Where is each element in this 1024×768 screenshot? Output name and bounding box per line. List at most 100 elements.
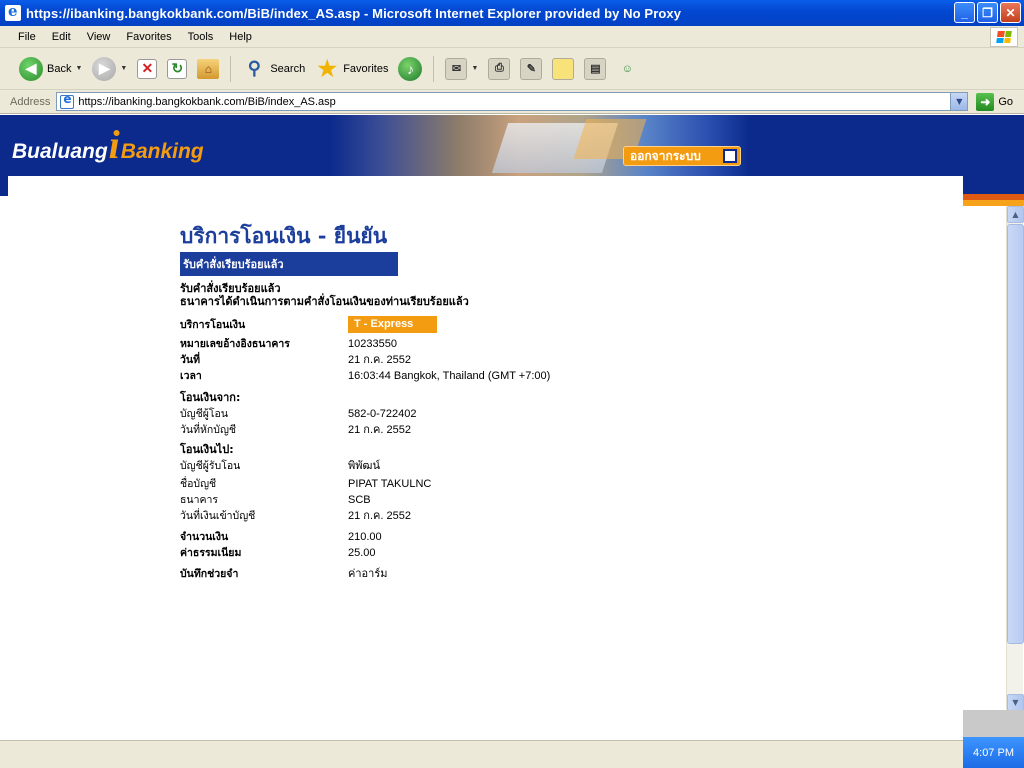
maximize-button[interactable]: ❐ — [977, 2, 998, 23]
menu-favorites[interactable]: Favorites — [118, 29, 179, 45]
banner-stripe — [963, 176, 1024, 206]
time-label: เวลา — [180, 370, 202, 382]
account-name-row: ชื่อบัญชี PIPAT TAKULNC — [180, 476, 570, 492]
confirm-line-1: รับคำสั่งเรียบร้อยแล้ว — [180, 282, 281, 295]
favorites-label: Favorites — [343, 62, 389, 75]
account-name-label: ชื่อบัญชี — [180, 478, 217, 490]
system-tray: 4:07 PM — [963, 737, 1024, 768]
window-title: https://ibanking.bangkokbank.com/BiB/ind… — [26, 5, 682, 21]
go-arrow-icon: ➜ — [976, 92, 995, 111]
menu-edit[interactable]: Edit — [44, 29, 79, 45]
address-label: Address — [10, 95, 51, 108]
bank-banner: Bualuang i Banking ออกจากระบบ — [0, 115, 1024, 176]
mail-button[interactable]: ✉ ▼ — [442, 56, 481, 82]
menu-view[interactable]: View — [79, 29, 119, 45]
debit-date-value: 21 ก.ค. 2552 — [348, 424, 411, 436]
minimize-button[interactable]: _ — [954, 2, 975, 23]
bank-label: ธนาคาร — [180, 494, 219, 506]
edit-icon: ✎ — [520, 57, 543, 80]
amount-label: จำนวนเงิน — [180, 531, 229, 543]
forward-dropdown-icon[interactable]: ▼ — [120, 65, 127, 72]
scroll-up-button[interactable]: ▲ — [1007, 206, 1024, 223]
menu-help[interactable]: Help — [221, 29, 260, 45]
right-margin — [963, 206, 1006, 711]
search-button[interactable]: ⚲ Search — [239, 55, 308, 83]
research-button[interactable]: ▤ — [581, 56, 609, 82]
memo-label: บันทึกช่วยจำ — [180, 568, 239, 580]
address-url[interactable]: https://ibanking.bangkokbank.com/BiB/ind… — [78, 96, 335, 108]
star-icon: ★ — [317, 55, 338, 81]
ref-label: หมายเลขอ้างอิงธนาคาร — [180, 338, 290, 350]
edit-button[interactable]: ✎ — [517, 56, 545, 82]
credit-date-value: 21 ก.ค. 2552 — [348, 510, 411, 522]
date-label: วันที่ — [180, 354, 200, 366]
forward-button[interactable]: ▶ ▼ — [89, 55, 130, 83]
ie-icon — [5, 2, 21, 21]
refresh-button[interactable]: ↻ — [164, 57, 190, 81]
browser-content: Bualuang i Banking ออกจากระบบ บริการโอนเ… — [0, 115, 1024, 740]
toolbar-separator — [230, 55, 232, 82]
address-dropdown-icon[interactable]: ▼ — [950, 93, 968, 110]
ref-row: หมายเลขอ้างอิงธนาคาร 10233550 — [180, 336, 570, 352]
refresh-icon: ↻ — [167, 58, 188, 79]
messenger-icon: ☺ — [621, 62, 633, 75]
logout-button[interactable]: ออกจากระบบ — [623, 146, 741, 166]
logout-label: ออกจากระบบ — [630, 148, 701, 163]
books-icon: ▤ — [584, 57, 607, 80]
fee-label: ค่าธรรมเนียม — [180, 547, 242, 559]
to-account-row: บัญชีผู้รับโอน พิพัฒน์ — [180, 458, 570, 474]
windows-logo-icon — [990, 27, 1018, 47]
memo-row: บันทึกช่วยจำ ค่าอาร์ม — [180, 566, 570, 582]
home-icon: ⌂ — [197, 58, 220, 79]
menu-file[interactable]: File — [10, 29, 44, 45]
scroll-down-button[interactable]: ▼ — [1007, 694, 1024, 711]
toolbar: ◀ Back ▼ ▶ ▼ ✕ ↻ ⌂ ⚲ Search ★ Favorites … — [0, 48, 1024, 90]
printer-icon: ⎙ — [488, 57, 511, 80]
date-row: วันที่ 21 ก.ค. 2552 — [180, 352, 570, 368]
home-button[interactable]: ⌂ — [194, 57, 222, 81]
bank-row: ธนาคาร SCB — [180, 492, 570, 508]
clock[interactable]: 4:07 PM — [973, 747, 1014, 759]
taskbar-gap — [963, 710, 1024, 737]
mail-dropdown-icon[interactable]: ▼ — [471, 65, 478, 72]
debit-date-row: วันที่หักบัญชี 21 ก.ค. 2552 — [180, 422, 570, 438]
mail-icon: ✉ — [445, 57, 468, 80]
to-account-value: พิพัฒน์ — [348, 460, 380, 472]
search-label: Search — [270, 62, 306, 75]
title-bar: https://ibanking.bangkokbank.com/BiB/ind… — [0, 0, 1024, 26]
close-button[interactable]: ✕ — [1000, 2, 1021, 23]
vertical-scrollbar[interactable]: ▲ ▼ — [1006, 206, 1024, 711]
transfer-confirmation: บริการโอนเงิน - ยืนยัน รับคำสั่งเรียบร้อ… — [180, 223, 570, 582]
media-icon: ♪ — [398, 56, 423, 81]
scroll-thumb[interactable] — [1007, 224, 1024, 644]
from-account-row: บัญชีผู้โอน 582-0-722402 — [180, 406, 570, 422]
media-button[interactable]: ♪ — [395, 55, 425, 83]
ref-value: 10233550 — [348, 338, 397, 350]
stop-button[interactable]: ✕ — [134, 57, 160, 81]
status-banner: รับคำสั่งเรียบร้อยแล้ว — [180, 252, 398, 276]
bank-value: SCB — [348, 494, 371, 506]
menu-tools[interactable]: Tools — [180, 29, 222, 45]
amount-value: 210.00 — [348, 531, 382, 543]
discuss-button[interactable] — [549, 56, 577, 82]
search-icon: ⚲ — [247, 58, 261, 78]
confirm-message: รับคำสั่งเรียบร้อยแล้ว ธนาคารได้ดำเนินกา… — [180, 282, 570, 308]
messenger-button[interactable]: ☺ — [613, 56, 641, 82]
go-button[interactable]: ➜ Go — [976, 92, 1014, 111]
bualuang-ibanking-logo[interactable]: Bualuang i Banking — [12, 125, 204, 165]
memo-value: ค่าอาร์ม — [348, 568, 388, 580]
address-input[interactable]: https://ibanking.bangkokbank.com/BiB/ind… — [56, 92, 969, 111]
go-label: Go — [998, 95, 1014, 108]
forward-arrow-icon: ▶ — [92, 56, 117, 81]
menu-bar: File Edit View Favorites Tools Help — [0, 26, 1024, 48]
date-value: 21 ก.ค. 2552 — [348, 354, 411, 366]
from-account-label: บัญชีผู้โอน — [180, 408, 229, 420]
favorites-button[interactable]: ★ Favorites — [312, 55, 391, 83]
amount-row: จำนวนเงิน 210.00 — [180, 529, 570, 545]
logout-icon — [723, 149, 737, 163]
print-button[interactable]: ⎙ — [485, 56, 513, 82]
back-dropdown-icon[interactable]: ▼ — [75, 65, 82, 72]
back-button[interactable]: ◀ Back ▼ — [16, 55, 85, 83]
credit-date-label: วันที่เงินเข้าบัญชี — [180, 510, 256, 522]
debit-date-label: วันที่หักบัญชี — [180, 424, 237, 436]
